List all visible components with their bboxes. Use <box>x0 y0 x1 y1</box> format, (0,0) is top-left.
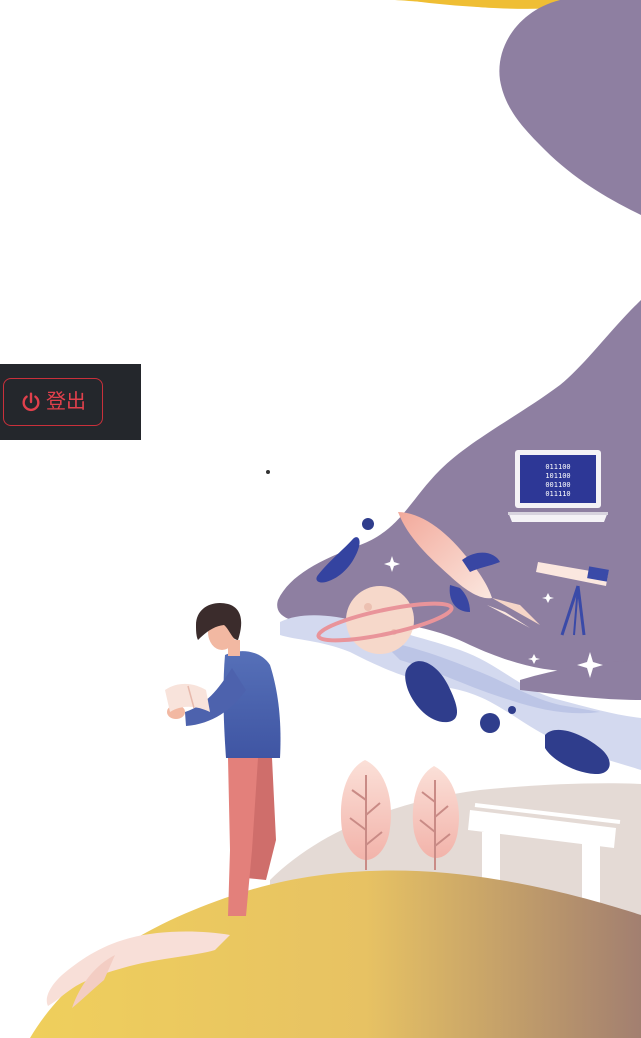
logout-button[interactable]: 登出 <box>3 378 103 426</box>
page-root: 011100 101100 001100 011110 登出 <box>0 0 641 1038</box>
small-dot <box>266 470 270 474</box>
navy-dot-3 <box>508 706 516 714</box>
laptop-screen-text: 011100 101100 001100 011110 <box>545 463 570 498</box>
svg-text:101100: 101100 <box>545 472 570 480</box>
science-reading-illustration: 011100 101100 001100 011110 <box>30 0 641 1038</box>
power-icon <box>20 391 42 413</box>
logout-label: 登出 <box>46 391 86 413</box>
purple-wave-upper <box>499 0 641 215</box>
navy-dot-1 <box>362 518 374 530</box>
navy-dot-2 <box>480 713 500 733</box>
reading-man-figure <box>165 602 281 916</box>
svg-text:011100: 011100 <box>545 463 570 471</box>
svg-text:011110: 011110 <box>545 490 570 498</box>
svg-text:001100: 001100 <box>545 481 570 489</box>
